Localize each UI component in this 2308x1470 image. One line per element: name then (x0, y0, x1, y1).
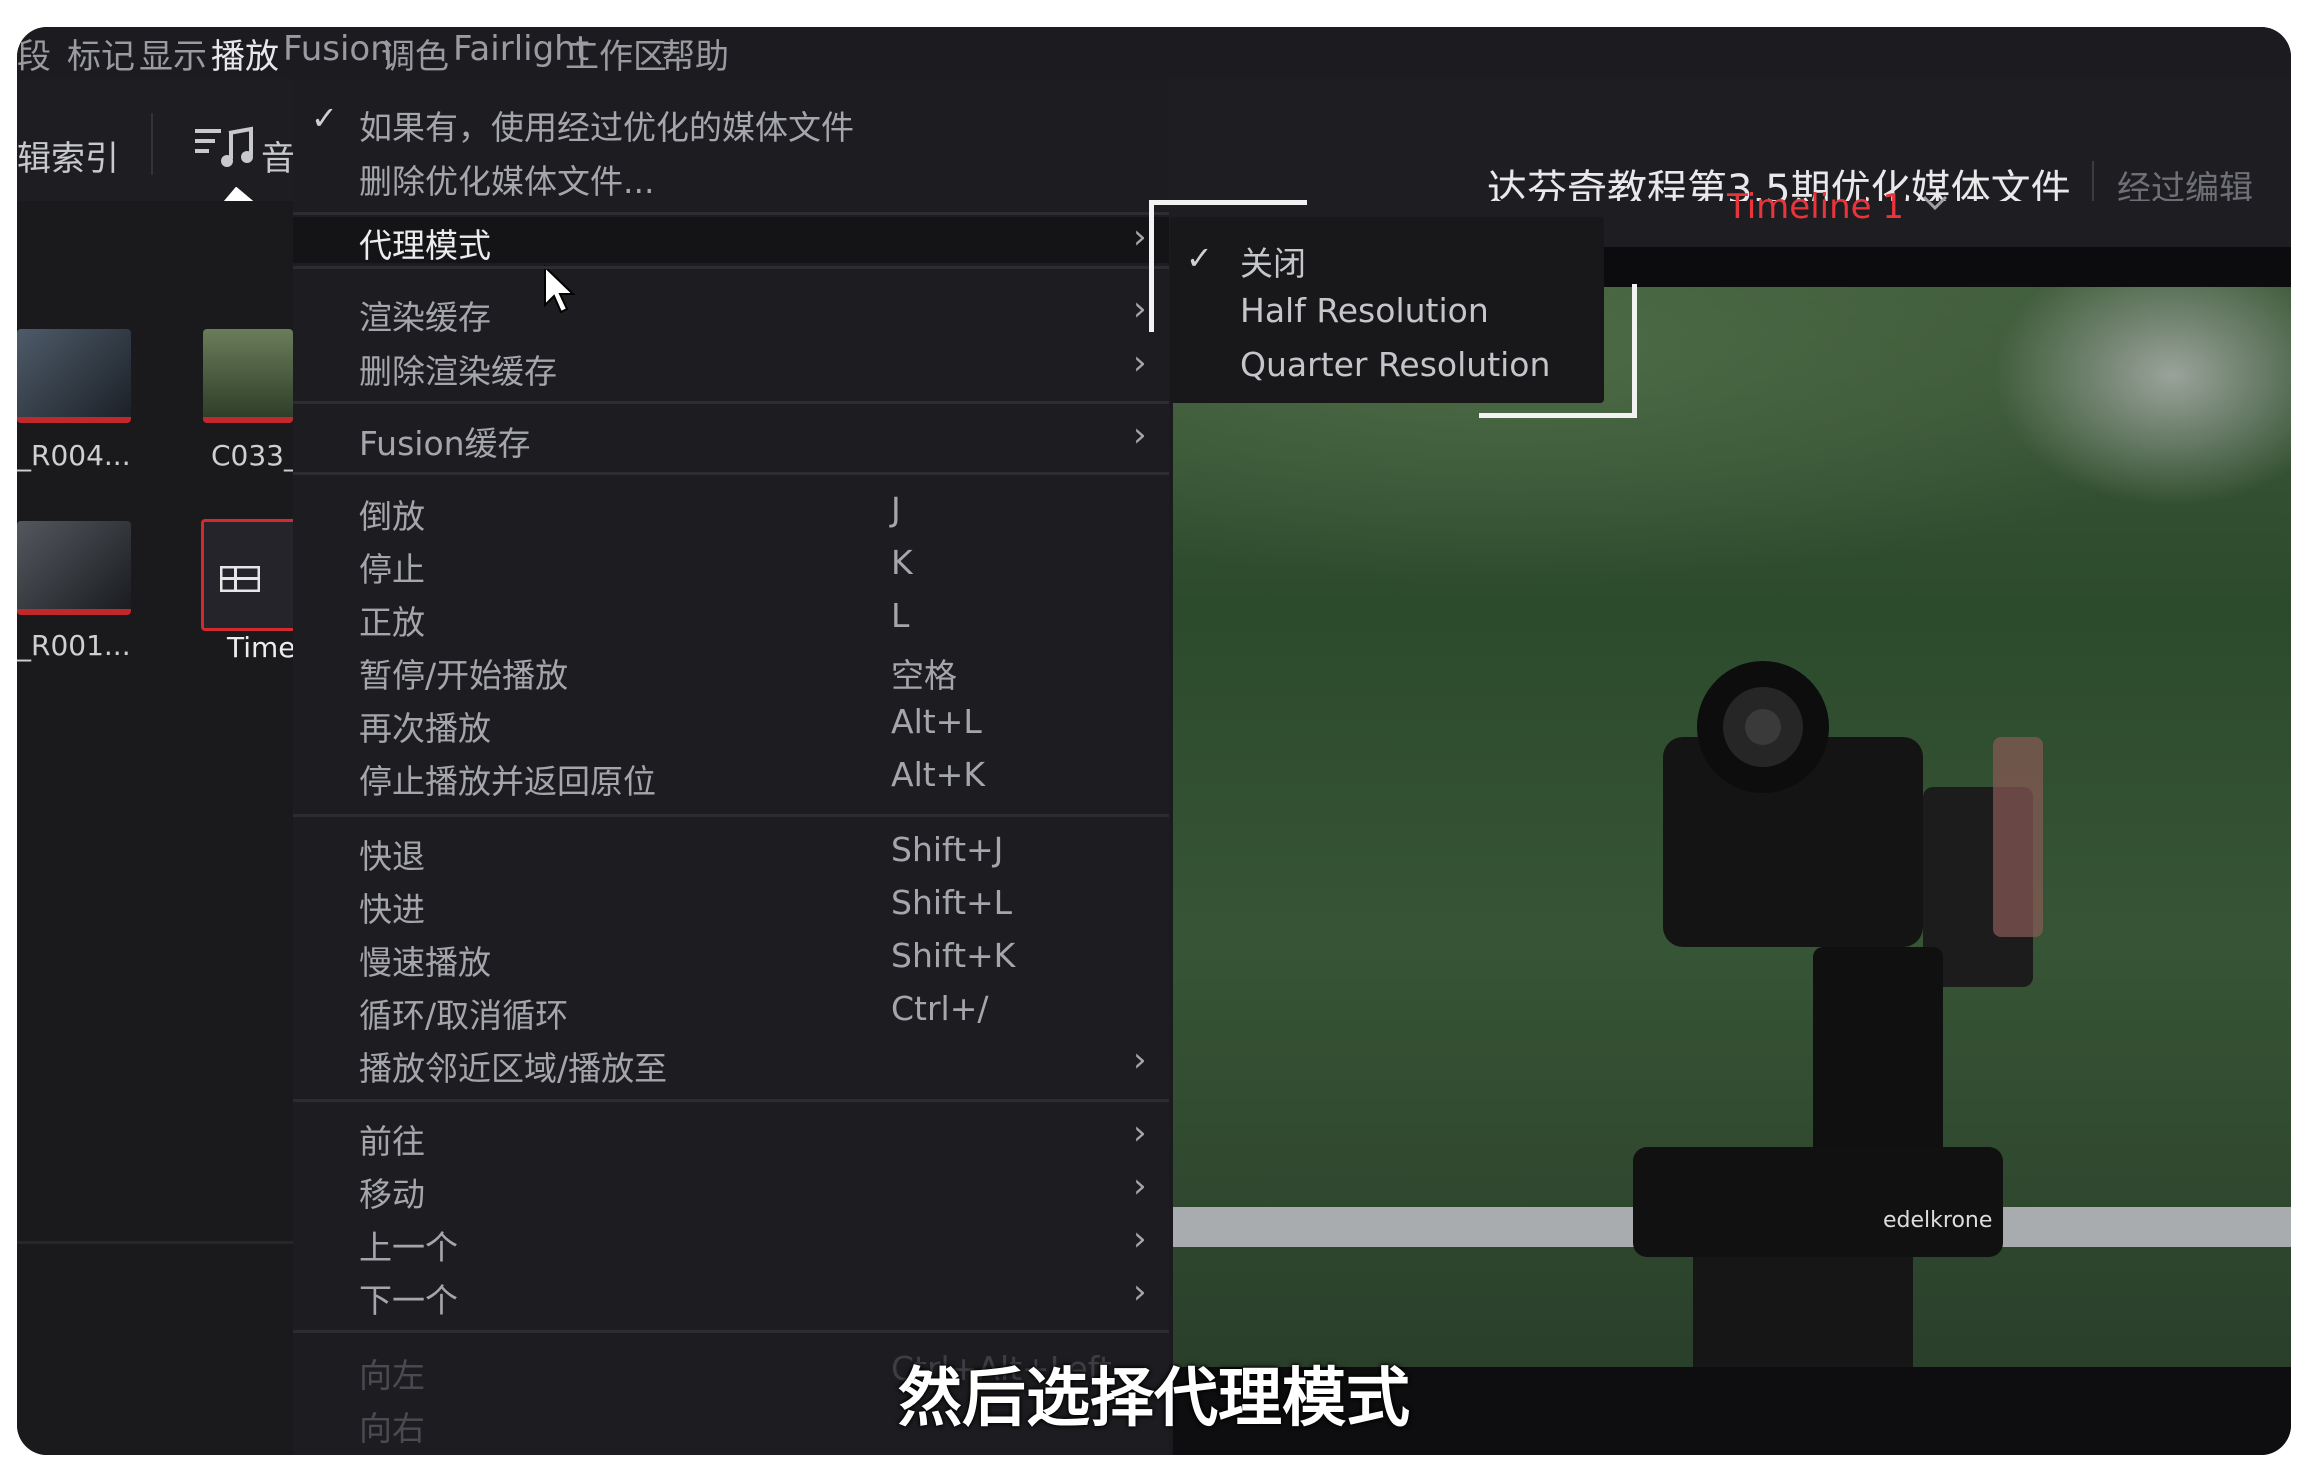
clip-thumbnail[interactable] (17, 521, 131, 615)
menu-item-proxy-mode[interactable]: 代理模式 › (293, 213, 1169, 265)
focus-bracket (1149, 200, 1154, 332)
clip-label: C033_ (211, 439, 298, 472)
menu-item-move[interactable]: 移动 › (293, 1162, 1169, 1214)
menu-item-fusion-cache[interactable]: Fusion缓存 › (293, 411, 1169, 463)
title-divider (2092, 161, 2094, 205)
menu-item-slow-play[interactable]: 慢速播放 Shift+K (293, 930, 1169, 982)
menu-item-next[interactable]: 下一个 › (293, 1268, 1169, 1320)
menu-separator (293, 266, 1169, 269)
check-icon: ✓ (1186, 239, 1213, 277)
menu-item-previous[interactable]: 上一个 › (293, 1215, 1169, 1267)
menu-item-render-cache[interactable]: 渲染缓存 › (293, 285, 1169, 337)
menu-item-fast-reverse[interactable]: 快退 Shift+J (293, 824, 1169, 876)
clip-label: Time (227, 631, 296, 664)
menu-item-use-optimized[interactable]: ✓ 如果有，使用经过优化的媒体文件 (293, 95, 1169, 147)
audio-label: 音 (261, 139, 295, 179)
video-viewer: edelkrone (1173, 287, 2291, 1367)
chevron-right-icon: › (1133, 217, 1147, 257)
proxy-mode-submenu: ✓ 关闭 Half Resolution Quarter Resolution (1170, 217, 1604, 403)
chevron-right-icon: › (1133, 415, 1147, 455)
camera-rig-image: edelkrone (1593, 587, 2063, 1367)
edit-index-button[interactable]: 辑索引 (17, 131, 119, 180)
menu-item-go-to[interactable]: 前往 › (293, 1109, 1169, 1161)
audio-icon[interactable] (195, 125, 255, 173)
menu-bar: 段 标记 显示 播放 Fusion 调色 Fairlight 工作区 帮助 (17, 27, 2291, 79)
focus-bracket (1479, 413, 1637, 418)
submenu-item-quarter-resolution[interactable]: Quarter Resolution (1240, 345, 1550, 384)
menu-playback[interactable]: 播放 (211, 29, 279, 78)
chevron-right-icon: › (1133, 1272, 1147, 1312)
menu-item-play-around[interactable]: 播放邻近区域/播放至 › (293, 1036, 1169, 1088)
menu-workspace[interactable]: 工作区 (565, 29, 667, 78)
menu-color[interactable]: 调色 (381, 29, 449, 78)
timeline-selector[interactable]: Timeline 1 (1727, 187, 1904, 227)
submenu-item-off[interactable]: 关闭 (1240, 237, 1306, 285)
chevron-down-icon[interactable] (1922, 193, 1948, 217)
menu-view[interactable]: 显示 (139, 29, 207, 78)
chevron-right-icon: › (1133, 1113, 1147, 1153)
menu-separator (293, 1330, 1169, 1333)
playback-menu: ✓ 如果有，使用经过优化的媒体文件 删除优化媒体文件... 代理模式 › 渲染缓… (293, 79, 1169, 1455)
menu-separator (293, 401, 1169, 404)
pool-divider (17, 1241, 293, 1244)
check-icon: ✓ (311, 99, 338, 137)
menu-separator (293, 814, 1169, 817)
menu-item-forward[interactable]: 正放 L (293, 590, 1169, 642)
menu-item-loop[interactable]: 循环/取消循环 Ctrl+/ (293, 983, 1169, 1035)
submenu-item-half-resolution[interactable]: Half Resolution (1240, 291, 1489, 330)
menu-item-delete-optimized[interactable]: 删除优化媒体文件... (293, 149, 1169, 201)
timeline-icon (219, 565, 261, 596)
chevron-right-icon: › (1133, 1219, 1147, 1259)
menu-mark[interactable]: 标记 (67, 29, 135, 78)
menu-separator (293, 472, 1169, 475)
clip-label: _R004... (17, 439, 131, 472)
menu-item-stop-return[interactable]: 停止播放并返回原位 Alt+K (293, 749, 1169, 801)
focus-bracket (1149, 200, 1307, 205)
menu-item-reverse[interactable]: 倒放 J (293, 484, 1169, 536)
menu-fusion[interactable]: Fusion (283, 29, 392, 69)
menu-item-fast-forward[interactable]: 快进 Shift+L (293, 877, 1169, 929)
menu-item-play-pause[interactable]: 暂停/开始播放 空格 (293, 643, 1169, 695)
menu-item-stop[interactable]: 停止 K (293, 537, 1169, 589)
clip-thumbnail[interactable] (17, 329, 131, 423)
focus-bracket (1632, 284, 1637, 418)
app-window: 段 标记 显示 播放 Fusion 调色 Fairlight 工作区 帮助 辑索… (17, 27, 2291, 1455)
menu-help[interactable]: 帮助 (661, 29, 729, 78)
chevron-right-icon: › (1133, 1166, 1147, 1206)
menu-item-delete-render-cache[interactable]: 删除渲染缓存 › (293, 339, 1169, 391)
timeline-thumbnail[interactable] (201, 519, 299, 631)
menu-clip[interactable]: 段 (17, 29, 51, 78)
menu-separator (293, 1099, 1169, 1102)
chevron-right-icon: › (1133, 289, 1147, 329)
clip-thumbnail[interactable] (203, 329, 293, 423)
brand-text: edelkrone (1883, 1208, 1992, 1233)
video-caption: 然后选择代理模式 (898, 1362, 1410, 1436)
media-pool: _R004... C033_ _R001... Time (17, 201, 299, 1455)
chevron-right-icon: › (1133, 343, 1147, 383)
toolbar-divider (151, 113, 153, 175)
menu-item-play-again[interactable]: 再次播放 Alt+L (293, 696, 1169, 748)
chevron-right-icon: › (1133, 1040, 1147, 1080)
clip-label: _R001... (17, 629, 131, 662)
